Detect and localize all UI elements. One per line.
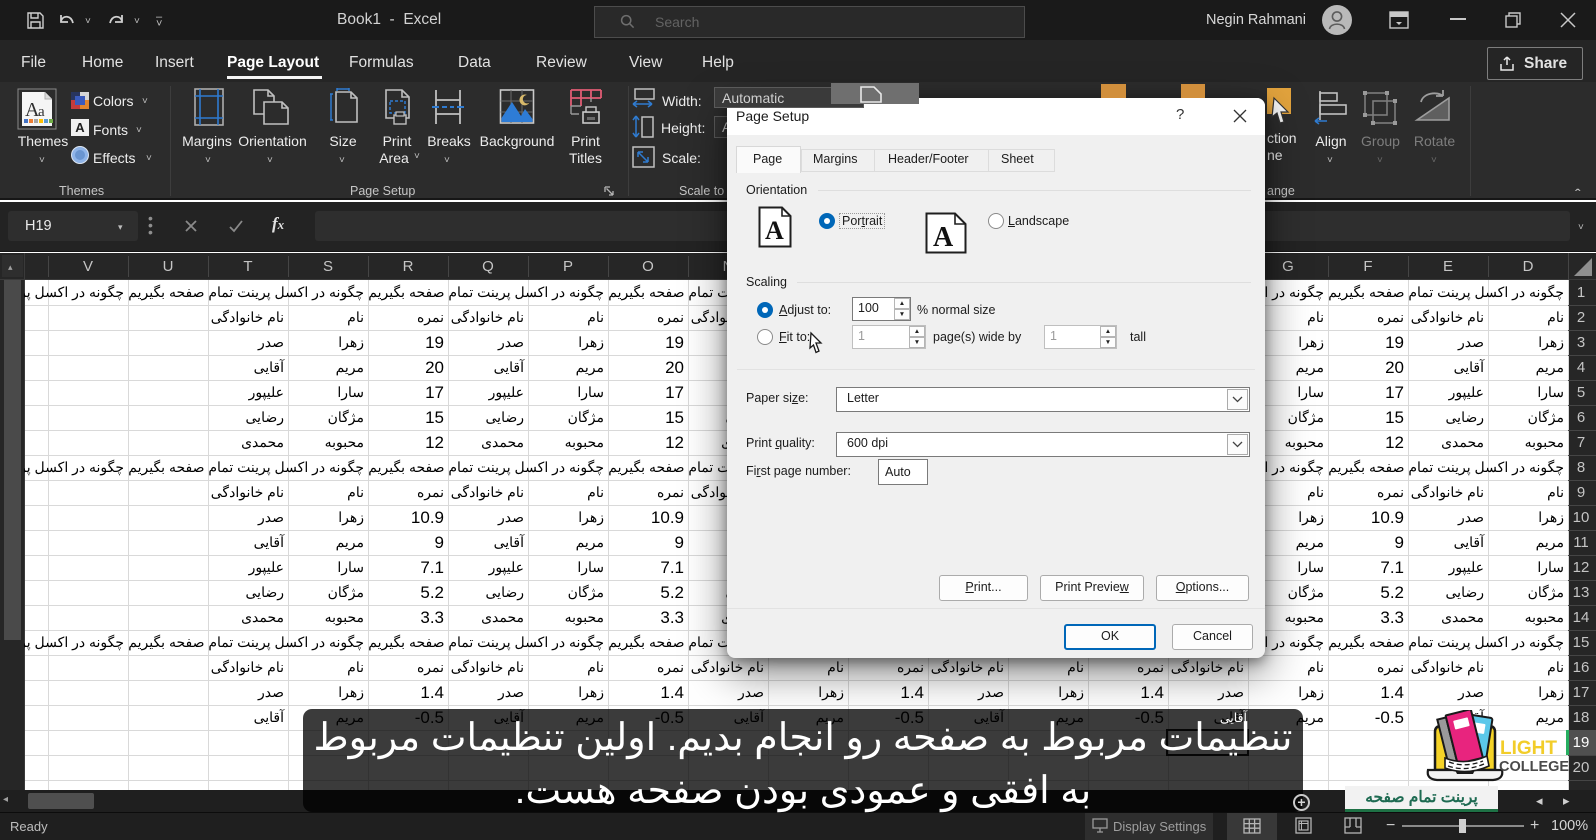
svg-text:a: a bbox=[38, 104, 45, 120]
svg-text:A: A bbox=[933, 222, 954, 253]
svg-text:LIGHT: LIGHT bbox=[1500, 738, 1557, 759]
svg-text:COLLEGE: COLLEGE bbox=[1499, 759, 1569, 775]
svg-text:A: A bbox=[765, 216, 784, 245]
